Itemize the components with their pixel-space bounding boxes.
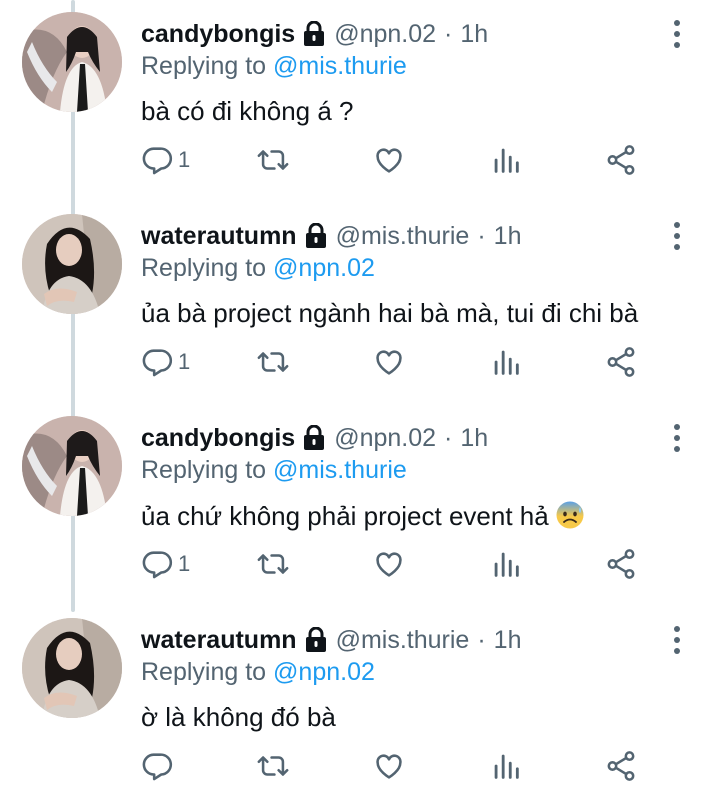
replying-to: Replying to @npn.02	[141, 658, 375, 687]
tweet-text: ủa chứ không phải project event hả	[141, 500, 585, 532]
retweet-button[interactable]	[256, 334, 290, 390]
more-vertical-icon[interactable]	[672, 626, 682, 654]
display-name[interactable]: waterautumn	[141, 626, 297, 655]
tweet-text: bà có đi không á ?	[141, 96, 354, 126]
replying-to-label: Replying to	[141, 254, 267, 282]
views-button[interactable]	[489, 132, 523, 188]
share-button[interactable]	[604, 132, 638, 188]
tweet-text: ủa bà project ngành hai bà mà, tui đi ch…	[141, 298, 639, 328]
lock-icon	[304, 626, 328, 653]
views-icon	[494, 754, 519, 779]
reply-button[interactable]: 1	[140, 536, 190, 592]
views-icon	[494, 148, 519, 173]
tweet-actions	[0, 738, 720, 794]
avatar[interactable]	[22, 618, 122, 718]
retweet-button[interactable]	[256, 132, 290, 188]
user-handle[interactable]: @npn.02	[334, 424, 436, 453]
tweet-item[interactable]: candybongis @npn.02 · 1h Replying to @mi…	[0, 0, 720, 202]
views-button[interactable]	[489, 738, 523, 794]
tweet-actions: 1	[0, 132, 720, 188]
mention-link[interactable]: @npn.02	[273, 658, 375, 686]
more-vertical-icon[interactable]	[672, 424, 682, 452]
heart-icon	[376, 552, 402, 577]
replying-to: Replying to @npn.02	[141, 254, 375, 283]
heart-icon	[376, 754, 402, 779]
replying-to: Replying to @mis.thurie	[141, 52, 407, 81]
share-button[interactable]	[604, 334, 638, 390]
share-icon	[607, 145, 635, 175]
tweet-actions: 1	[0, 536, 720, 592]
display-name[interactable]: candybongis	[141, 424, 295, 453]
retweet-icon	[257, 554, 289, 574]
display-name[interactable]: candybongis	[141, 20, 295, 49]
retweet-button[interactable]	[256, 738, 290, 794]
views-icon	[494, 350, 519, 375]
user-handle[interactable]: @npn.02	[334, 20, 436, 49]
reply-icon	[142, 349, 173, 377]
like-button[interactable]	[372, 536, 406, 592]
more-vertical-icon[interactable]	[672, 222, 682, 250]
retweet-icon	[257, 150, 289, 170]
timestamp[interactable]: 1h	[460, 424, 488, 453]
reply-icon	[142, 753, 173, 781]
like-button[interactable]	[372, 132, 406, 188]
user-handle[interactable]: @mis.thurie	[336, 626, 470, 655]
reply-count: 1	[178, 147, 191, 172]
lock-icon	[302, 424, 326, 451]
replying-to-label: Replying to	[141, 456, 267, 484]
reply-count: 1	[178, 551, 191, 576]
mention-link[interactable]: @mis.thurie	[273, 456, 407, 484]
lock-icon	[302, 20, 326, 47]
anxious-face-with-sweat-icon	[555, 500, 585, 530]
tweet-text: ờ là không đó bà	[141, 702, 336, 732]
retweet-icon	[257, 352, 289, 372]
display-name[interactable]: waterautumn	[141, 222, 297, 251]
separator-dot: ·	[477, 625, 486, 654]
heart-icon	[376, 350, 402, 375]
retweet-icon	[257, 756, 289, 776]
separator-dot: ·	[444, 423, 453, 452]
heart-icon	[376, 148, 402, 173]
reply-icon	[142, 147, 173, 175]
tweet-item[interactable]: waterautumn @mis.thurie · 1h Replying to…	[0, 606, 720, 808]
views-button[interactable]	[489, 334, 523, 390]
share-button[interactable]	[604, 738, 638, 794]
tweet-text-content: ủa chứ không phải project event hả	[141, 501, 549, 531]
views-button[interactable]	[489, 536, 523, 592]
reply-button[interactable]: 1	[140, 334, 190, 390]
tweet-item[interactable]: candybongis @npn.02 · 1h Replying to @mi…	[0, 404, 720, 606]
timestamp[interactable]: 1h	[494, 222, 522, 251]
timestamp[interactable]: 1h	[460, 20, 488, 49]
share-button[interactable]	[604, 536, 638, 592]
user-handle[interactable]: @mis.thurie	[336, 222, 470, 251]
avatar[interactable]	[22, 416, 122, 516]
reply-button[interactable]: 1	[140, 132, 190, 188]
reply-button[interactable]	[140, 738, 178, 794]
views-icon	[494, 552, 519, 577]
replying-to-label: Replying to	[141, 52, 267, 80]
mention-link[interactable]: @npn.02	[273, 254, 375, 282]
separator-dot: ·	[444, 19, 453, 48]
share-icon	[607, 751, 635, 781]
lock-icon	[304, 222, 328, 249]
share-icon	[607, 347, 635, 377]
like-button[interactable]	[372, 738, 406, 794]
like-button[interactable]	[372, 334, 406, 390]
avatar[interactable]	[22, 12, 122, 112]
separator-dot: ·	[477, 221, 486, 250]
replying-to-label: Replying to	[141, 658, 267, 686]
reply-count: 1	[178, 349, 191, 374]
mention-link[interactable]: @mis.thurie	[273, 52, 407, 80]
share-icon	[607, 549, 635, 579]
timestamp[interactable]: 1h	[494, 626, 522, 655]
replying-to: Replying to @mis.thurie	[141, 456, 407, 485]
tweet-item[interactable]: waterautumn @mis.thurie · 1h Replying to…	[0, 202, 720, 404]
reply-icon	[142, 551, 173, 579]
more-vertical-icon[interactable]	[672, 20, 682, 48]
retweet-button[interactable]	[256, 536, 290, 592]
avatar[interactable]	[22, 214, 122, 314]
tweet-actions: 1	[0, 334, 720, 390]
